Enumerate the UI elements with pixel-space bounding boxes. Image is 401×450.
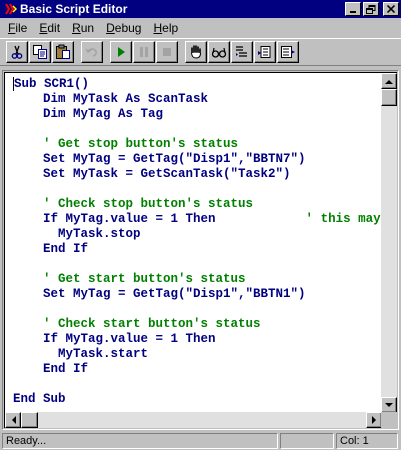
code-comment-line[interactable]: ' Check start button's status: [13, 317, 382, 332]
hand-icon: [191, 45, 201, 59]
code-line[interactable]: End If: [13, 362, 382, 377]
code-line-text: Dim MyTag As Tag: [13, 107, 164, 121]
menu-run[interactable]: Run: [66, 21, 100, 35]
inline-comment: ' this may: [215, 212, 381, 226]
menu-debug[interactable]: Debug: [100, 21, 147, 35]
glasses-icon: [211, 47, 227, 58]
status-message: Ready...: [2, 433, 278, 449]
code-line[interactable]: End Sub: [13, 392, 382, 407]
scroll-corner: [381, 412, 397, 428]
copy-icon: [33, 45, 47, 59]
code-line[interactable]: MyTask.stop: [13, 227, 382, 242]
code-line[interactable]: Set MyTask = GetScanTask("Task2"): [13, 167, 382, 182]
code-line-text: Set MyTag = GetTag("Disp1","BBTN1"): [13, 287, 306, 301]
code-editor[interactable]: Sub SCR1() Dim MyTask As ScanTask Dim My…: [4, 72, 397, 428]
code-line[interactable]: Dim MyTask As ScanTask: [13, 92, 382, 107]
cut-button[interactable]: [6, 41, 28, 63]
editor-frame: Sub SCR1() Dim MyTask As ScanTask Dim My…: [2, 70, 399, 430]
code-line-text: Dim MyTask As ScanTask: [13, 92, 209, 106]
code-line-text: ' Check stop button's status: [13, 197, 254, 211]
code-line[interactable]: [13, 302, 382, 317]
scroll-right-button[interactable]: [366, 412, 382, 428]
code-line-text: If MyTag.value = 1 Then: [13, 332, 216, 346]
step-into-button[interactable]: [231, 41, 253, 63]
paste-icon: [56, 44, 70, 59]
step-over-button[interactable]: [254, 41, 276, 63]
code-line-text: End If: [13, 362, 89, 376]
code-line-text: ' Get start button's status: [13, 272, 246, 286]
title-bar: Basic Script Editor: [0, 0, 401, 18]
toolbar: [0, 38, 401, 66]
code-line-text: Set MyTask = GetScanTask("Task2"): [13, 167, 291, 181]
step-out-icon: [281, 46, 295, 58]
code-comment-line[interactable]: ' Get start button's status: [13, 272, 382, 287]
code-line[interactable]: Dim MyTag As Tag: [13, 107, 382, 122]
close-button[interactable]: [383, 2, 399, 16]
arrow-right-icon: [371, 416, 376, 424]
menu-file[interactable]: File: [2, 21, 33, 35]
copy-button[interactable]: [29, 41, 51, 63]
window-title: Basic Script Editor: [20, 2, 128, 16]
code-line[interactable]: If MyTag.value = 1 Then: [13, 332, 382, 347]
code-line[interactable]: Set MyTag = GetTag("Disp1","BBTN1"): [13, 287, 382, 302]
scroll-down-button[interactable]: [381, 397, 397, 413]
code-line-text: If MyTag.value = 1 Then: [13, 212, 216, 226]
vertical-scroll-thumb[interactable]: [381, 89, 397, 106]
code-text-area[interactable]: Sub SCR1() Dim MyTask As ScanTask Dim My…: [5, 73, 382, 413]
scissors-icon: [11, 45, 23, 59]
paste-button[interactable]: [52, 41, 74, 63]
status-bar: Ready... Col: 1: [0, 432, 401, 450]
undo-button[interactable]: [81, 41, 103, 63]
horizontal-scrollbar[interactable]: [5, 412, 382, 428]
arrow-down-icon: [385, 402, 393, 407]
code-line-text: MyTask.start: [13, 347, 149, 361]
step-into-icon: [236, 46, 247, 57]
toggle-breakpoint-button[interactable]: [185, 41, 207, 63]
step-over-icon: [258, 46, 271, 58]
code-line-text: Sub SCR1(): [13, 77, 90, 91]
code-comment-line[interactable]: ' Check stop button's status: [13, 197, 382, 212]
arrow-up-icon: [385, 79, 393, 84]
stop-icon: [163, 48, 171, 56]
arrow-left-icon: [11, 416, 16, 424]
menu-bar: File Edit Run Debug Help: [0, 18, 401, 38]
pause-icon: [140, 47, 148, 57]
script-editor-app-icon[interactable]: [3, 2, 17, 16]
menu-edit[interactable]: Edit: [33, 21, 66, 35]
status-blank-pane: [280, 433, 334, 449]
code-comment-line[interactable]: ' Get stop button's status: [13, 137, 382, 152]
code-line[interactable]: Sub SCR1(): [13, 77, 382, 92]
code-line-text: Set MyTag = GetTag("Disp1","BBTN7"): [13, 152, 306, 166]
scroll-left-button[interactable]: [5, 412, 21, 428]
code-line[interactable]: [13, 182, 382, 197]
vertical-scrollbar[interactable]: [381, 73, 397, 413]
undo-icon: [85, 48, 97, 57]
step-out-button[interactable]: [277, 41, 299, 63]
menu-help[interactable]: Help: [147, 21, 184, 35]
code-line-text: End If: [13, 242, 89, 256]
pause-button[interactable]: [133, 41, 155, 63]
code-line-text: MyTask.stop: [13, 227, 141, 241]
scroll-up-button[interactable]: [381, 73, 397, 89]
code-line[interactable]: If MyTag.value = 1 Then ' this may: [13, 212, 382, 227]
status-column: Col: 1: [336, 433, 398, 449]
code-line[interactable]: MyTask.start: [13, 347, 382, 362]
watch-button[interactable]: [208, 41, 230, 63]
code-line[interactable]: End If: [13, 242, 382, 257]
stop-button[interactable]: [156, 41, 178, 63]
run-button[interactable]: [110, 41, 132, 63]
code-line[interactable]: [13, 122, 382, 137]
minimize-button[interactable]: [345, 2, 361, 16]
code-line-text: End Sub: [13, 392, 66, 406]
code-line[interactable]: Set MyTag = GetTag("Disp1","BBTN7"): [13, 152, 382, 167]
code-line[interactable]: [13, 257, 382, 272]
maximize-button[interactable]: [363, 2, 379, 16]
code-line-text: ' Get stop button's status: [13, 137, 239, 151]
code-line-text: ' Check start button's status: [13, 317, 261, 331]
horizontal-scroll-thumb[interactable]: [21, 412, 38, 428]
code-line[interactable]: [13, 377, 382, 392]
play-icon: [118, 47, 125, 57]
